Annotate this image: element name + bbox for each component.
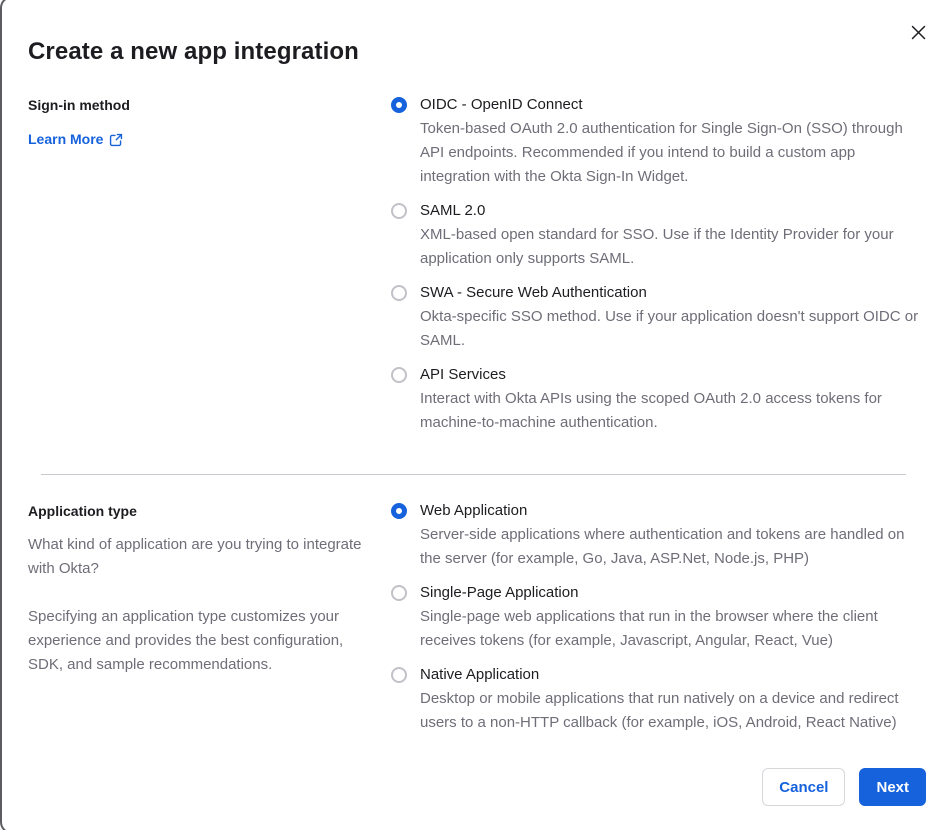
application-type-label: Application type bbox=[28, 503, 137, 519]
option-label: API Services bbox=[420, 366, 506, 383]
radio-unselected-icon[interactable] bbox=[391, 667, 407, 683]
application-type-description-1: What kind of application are you trying … bbox=[28, 536, 362, 577]
radio-option-swa[interactable]: SWA - Secure Web Authentication Okta-spe… bbox=[391, 281, 926, 353]
external-link-icon bbox=[110, 133, 123, 146]
create-app-integration-dialog: Create a new app integration Sign-in met… bbox=[0, 0, 950, 830]
option-description: XML-based open standard for SSO. Use if … bbox=[420, 226, 894, 267]
radio-option-saml[interactable]: SAML 2.0 XML-based open standard for SSO… bbox=[391, 199, 926, 271]
option-label: SAML 2.0 bbox=[420, 202, 486, 219]
application-type-radio-group: Web Application Server-side applications… bbox=[391, 499, 926, 735]
application-type-description-2: Specifying an application type customize… bbox=[28, 608, 344, 673]
option-label: OIDC - OpenID Connect bbox=[420, 96, 583, 113]
radio-option-oidc[interactable]: OIDC - OpenID Connect Token-based OAuth … bbox=[391, 93, 926, 189]
radio-unselected-icon[interactable] bbox=[391, 203, 407, 219]
option-label: SWA - Secure Web Authentication bbox=[420, 284, 647, 301]
option-description: Desktop or mobile applications that run … bbox=[420, 690, 899, 731]
radio-option-api-services[interactable]: API Services Interact with Okta APIs usi… bbox=[391, 363, 926, 435]
signin-method-label: Sign-in method bbox=[28, 97, 130, 113]
option-description: Single-page web applications that run in… bbox=[420, 608, 878, 649]
close-icon bbox=[911, 25, 925, 39]
radio-option-web-application[interactable]: Web Application Server-side applications… bbox=[391, 499, 926, 571]
section-divider bbox=[41, 474, 906, 475]
application-type-section: Application type What kind of applicatio… bbox=[28, 499, 926, 735]
dialog-footer: Cancel Next bbox=[762, 768, 926, 806]
next-button[interactable]: Next bbox=[859, 768, 926, 806]
page-title: Create a new app integration bbox=[28, 38, 359, 65]
close-button[interactable] bbox=[906, 20, 930, 44]
option-description: Server-side applications where authentic… bbox=[420, 526, 905, 567]
cancel-button[interactable]: Cancel bbox=[762, 768, 846, 806]
radio-option-single-page-application[interactable]: Single-Page Application Single-page web … bbox=[391, 581, 926, 653]
radio-unselected-icon[interactable] bbox=[391, 367, 407, 383]
signin-method-left-column: Sign-in method Learn More bbox=[28, 93, 391, 435]
radio-unselected-icon[interactable] bbox=[391, 585, 407, 601]
radio-selected-icon[interactable] bbox=[391, 97, 407, 113]
option-label: Single-Page Application bbox=[420, 584, 579, 601]
radio-unselected-icon[interactable] bbox=[391, 285, 407, 301]
application-type-left-column: Application type What kind of applicatio… bbox=[28, 499, 391, 735]
option-description: Okta-specific SSO method. Use if your ap… bbox=[420, 308, 919, 349]
option-description: Token-based OAuth 2.0 authentication for… bbox=[420, 120, 903, 185]
signin-method-radio-group: OIDC - OpenID Connect Token-based OAuth … bbox=[391, 93, 926, 435]
option-label: Web Application bbox=[420, 502, 528, 519]
radio-selected-icon[interactable] bbox=[391, 503, 407, 519]
option-label: Native Application bbox=[420, 666, 540, 683]
signin-method-section: Sign-in method Learn More OIDC - OpenID … bbox=[28, 93, 926, 435]
learn-more-label: Learn More bbox=[28, 131, 104, 147]
radio-option-native-application[interactable]: Native Application Desktop or mobile app… bbox=[391, 663, 926, 735]
option-description: Interact with Okta APIs using the scoped… bbox=[420, 390, 882, 431]
learn-more-link[interactable]: Learn More bbox=[28, 129, 123, 149]
